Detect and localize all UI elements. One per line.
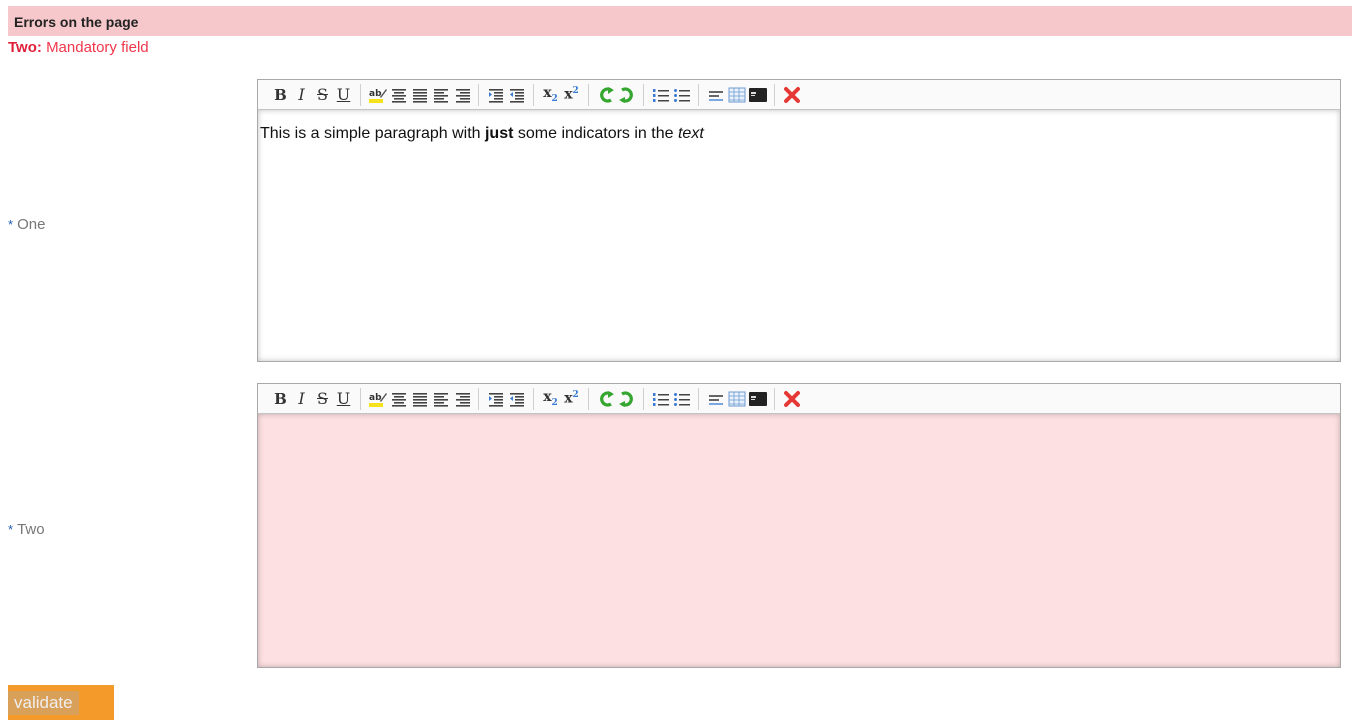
content-text: some indicators in the — [513, 125, 678, 142]
field-label-text: One — [17, 216, 46, 233]
toolbar-group — [644, 387, 699, 410]
italic-icon[interactable]: I — [291, 389, 312, 409]
toolbar-group: BISU — [264, 387, 361, 410]
undo-icon[interactable] — [595, 85, 616, 105]
svg-text:ab: ab — [369, 393, 382, 403]
error-separator: : — [36, 39, 42, 56]
table-icon[interactable] — [726, 85, 747, 105]
validate-button-label: validate — [8, 691, 79, 715]
underline-icon[interactable]: U — [333, 389, 354, 409]
source-code-icon[interactable] — [747, 389, 768, 409]
rich-text-editor-one: B I S Uab x2 x2 This is a simple paragraph wi… — [257, 79, 1341, 362]
editor-toolbar: B I S Uab x2 x2 — [258, 384, 1340, 414]
bold-icon[interactable]: B — [270, 389, 291, 409]
field-label-two: * Two — [8, 521, 45, 538]
field-label-one: * One — [8, 216, 45, 233]
toolbar-group — [479, 83, 534, 106]
italic-icon[interactable]: I — [291, 85, 312, 105]
error-message: Mandatory field — [46, 39, 149, 56]
editor-toolbar: B I S Uab x2 x2 — [258, 80, 1340, 110]
subscript-icon[interactable]: x2 — [540, 389, 561, 409]
undo-icon[interactable] — [595, 389, 616, 409]
align-left-icon[interactable] — [430, 85, 451, 105]
redo-icon[interactable] — [616, 389, 637, 409]
rich-text-editor-two: B I S Uab x2 x2 — [257, 383, 1341, 668]
horizontal-rule-icon[interactable] — [705, 85, 726, 105]
justify-icon[interactable] — [409, 85, 430, 105]
content-italic-text: text — [677, 125, 704, 142]
toolbar-group — [589, 387, 644, 410]
subscript-icon[interactable]: x2 — [540, 85, 561, 105]
align-left-icon[interactable] — [430, 389, 451, 409]
ordered-list-icon[interactable] — [650, 85, 671, 105]
field-label-text: Two — [17, 521, 45, 538]
outdent-icon[interactable] — [506, 85, 527, 105]
toolbar-group — [589, 83, 644, 106]
strikethrough-icon[interactable]: S — [312, 389, 333, 409]
redo-icon[interactable] — [616, 85, 637, 105]
highlight-icon[interactable]: ab — [367, 389, 388, 409]
horizontal-rule-icon[interactable] — [705, 389, 726, 409]
errors-banner-title: Errors on the page — [14, 14, 139, 30]
remove-format-icon[interactable] — [781, 85, 802, 105]
underline-icon[interactable]: U — [333, 85, 354, 105]
validate-button[interactable]: validate — [8, 685, 114, 720]
outdent-icon[interactable] — [506, 389, 527, 409]
align-right-icon[interactable] — [451, 389, 472, 409]
justify-icon[interactable] — [409, 389, 430, 409]
source-code-icon[interactable] — [747, 85, 768, 105]
superscript-icon[interactable]: x2 — [561, 85, 582, 105]
errors-banner: Errors on the page — [8, 6, 1352, 36]
toolbar-group — [479, 387, 534, 410]
required-marker: * — [8, 522, 14, 537]
unordered-list-icon[interactable] — [671, 389, 692, 409]
error-field-name: Two — [8, 39, 37, 56]
strikethrough-icon[interactable]: S — [312, 85, 333, 105]
toolbar-group: ab — [361, 83, 479, 106]
toolbar-group — [775, 84, 808, 106]
toolbar-group — [644, 83, 699, 106]
align-right-icon[interactable] — [451, 85, 472, 105]
align-center-icon[interactable] — [388, 389, 409, 409]
required-marker: * — [8, 217, 14, 232]
bold-icon[interactable]: B — [270, 85, 291, 105]
table-icon[interactable] — [726, 389, 747, 409]
toolbar-group: ab — [361, 387, 479, 410]
remove-format-icon[interactable] — [781, 389, 802, 409]
editor-content-area-error[interactable] — [258, 414, 1340, 667]
toolbar-group — [775, 388, 808, 410]
align-center-icon[interactable] — [388, 85, 409, 105]
indent-icon[interactable] — [485, 389, 506, 409]
ordered-list-icon[interactable] — [650, 389, 671, 409]
toolbar-group: BISU — [264, 83, 361, 106]
error-item: Two: Mandatory field — [8, 39, 149, 56]
indent-icon[interactable] — [485, 85, 506, 105]
superscript-icon[interactable]: x2 — [561, 389, 582, 409]
content-bold-text: just — [484, 125, 514, 142]
toolbar-group — [699, 387, 775, 410]
highlight-icon[interactable]: ab — [367, 85, 388, 105]
content-text: This is a simple paragraph with — [260, 125, 485, 142]
svg-text:ab: ab — [369, 89, 382, 99]
toolbar-group — [699, 83, 775, 106]
toolbar-group: x2 x2 — [534, 83, 589, 106]
toolbar-group: x2 x2 — [534, 387, 589, 410]
unordered-list-icon[interactable] — [671, 85, 692, 105]
editor-content-area[interactable]: This is a simple paragraph with just som… — [258, 110, 1340, 361]
